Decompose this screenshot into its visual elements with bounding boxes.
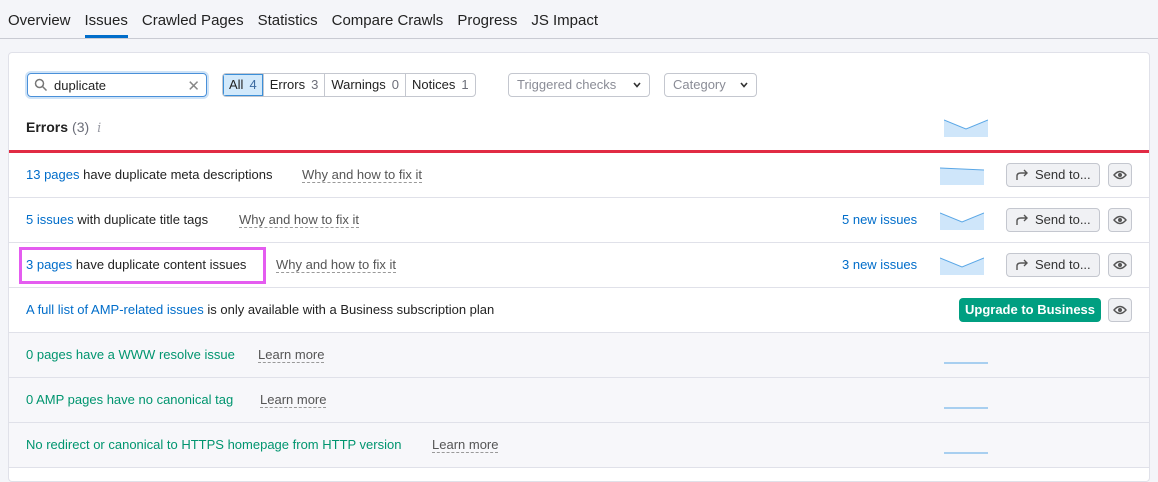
passed-check-row: 0 pages have a WWW resolve issue Learn m… bbox=[9, 333, 1149, 378]
why-fix-link[interactable]: Why and how to fix it bbox=[276, 257, 396, 273]
upgrade-button[interactable]: Upgrade to Business bbox=[959, 298, 1101, 322]
dropdown-label: Triggered checks bbox=[517, 77, 617, 92]
eye-icon bbox=[1113, 305, 1127, 315]
hide-issue-button[interactable] bbox=[1108, 298, 1132, 322]
filter-errors[interactable]: Errors 3 bbox=[264, 74, 326, 96]
check-text: 0 pages have a WWW resolve issue bbox=[26, 347, 235, 362]
issue-row: 5 issues with duplicate title tags Why a… bbox=[9, 198, 1149, 243]
hide-issue-button[interactable] bbox=[1108, 208, 1132, 232]
eye-icon bbox=[1113, 260, 1127, 270]
new-issues-link[interactable]: 3 new issues bbox=[842, 257, 917, 272]
filter-label: Notices bbox=[411, 77, 456, 92]
tab-issues[interactable]: Issues bbox=[84, 0, 128, 38]
issue-count-link[interactable]: 3 pages bbox=[26, 257, 72, 272]
send-to-button[interactable]: Send to... bbox=[1006, 253, 1100, 277]
issue-description: is only available with a Business subscr… bbox=[203, 302, 495, 317]
issue-row: 3 pages have duplicate content issues Wh… bbox=[9, 243, 1149, 288]
trend-sparkline bbox=[940, 167, 984, 185]
filter-count: 0 bbox=[391, 77, 399, 92]
filter-count: 4 bbox=[249, 77, 257, 92]
trend-sparkline bbox=[940, 212, 984, 230]
tab-crawled-pages[interactable]: Crawled Pages bbox=[142, 0, 244, 38]
why-fix-link[interactable]: Why and how to fix it bbox=[239, 212, 359, 228]
check-text: 0 AMP pages have no canonical tag bbox=[26, 392, 234, 407]
filter-label: Warnings bbox=[331, 77, 386, 92]
severity-filter: All 4 Errors 3 Warnings 0 Notices 1 bbox=[222, 73, 476, 97]
check-text: No redirect or canonical to HTTPS homepa… bbox=[26, 437, 402, 452]
category-dropdown[interactable]: Category bbox=[664, 73, 757, 97]
passed-check-row: 0 AMP pages have no canonical tag Learn … bbox=[9, 378, 1149, 423]
issue-row: 13 pages have duplicate meta description… bbox=[9, 153, 1149, 198]
report-tabs: Overview Issues Crawled Pages Statistics… bbox=[0, 0, 1158, 39]
trend-sparkline bbox=[944, 452, 988, 454]
learn-more-link[interactable]: Learn more bbox=[258, 347, 325, 363]
chevron-down-icon bbox=[633, 82, 641, 88]
tab-js-impact[interactable]: JS Impact bbox=[531, 0, 598, 38]
search-input[interactable] bbox=[54, 76, 184, 94]
share-arrow-icon bbox=[1016, 259, 1028, 270]
errors-title: Errors bbox=[26, 119, 69, 135]
tab-overview[interactable]: Overview bbox=[8, 0, 71, 38]
search-box: ✕ bbox=[27, 73, 207, 97]
why-fix-link[interactable]: Why and how to fix it bbox=[302, 167, 422, 183]
filter-count: 3 bbox=[311, 77, 319, 92]
dropdown-label: Category bbox=[673, 77, 726, 92]
eye-icon bbox=[1113, 170, 1127, 180]
learn-more-link[interactable]: Learn more bbox=[260, 392, 327, 408]
filter-label: All bbox=[229, 77, 244, 92]
chevron-down-icon bbox=[740, 82, 748, 88]
issue-text: 3 pages have duplicate content issues bbox=[26, 257, 246, 272]
filter-count: 1 bbox=[461, 77, 469, 92]
hide-issue-button[interactable] bbox=[1108, 163, 1132, 187]
new-issues-link[interactable]: 5 new issues bbox=[842, 212, 917, 227]
clear-icon[interactable]: ✕ bbox=[187, 77, 200, 95]
filter-notices[interactable]: Notices 1 bbox=[406, 74, 475, 96]
send-to-button[interactable]: Send to... bbox=[1006, 208, 1100, 232]
passed-check-row: No redirect or canonical to HTTPS homepa… bbox=[9, 423, 1149, 468]
search-icon bbox=[34, 78, 48, 92]
errors-heading: Errors (3) i bbox=[26, 119, 101, 136]
send-to-label: Send to... bbox=[1035, 257, 1091, 272]
trend-sparkline bbox=[944, 362, 988, 364]
hide-issue-button[interactable] bbox=[1108, 253, 1132, 277]
trend-sparkline bbox=[940, 257, 984, 275]
trend-sparkline bbox=[944, 407, 988, 409]
issues-card: ✕ All 4 Errors 3 Warnings 0 Notices 1 Trigge… bbox=[8, 52, 1150, 482]
filter-all[interactable]: All 4 bbox=[223, 74, 264, 96]
filter-warnings[interactable]: Warnings 0 bbox=[325, 74, 406, 96]
issue-count-link[interactable]: 13 pages bbox=[26, 167, 80, 182]
amp-issues-link[interactable]: A full list of AMP-related issues bbox=[26, 302, 204, 317]
issue-text: 13 pages have duplicate meta description… bbox=[26, 167, 272, 182]
filter-bar: ✕ All 4 Errors 3 Warnings 0 Notices 1 Trigge… bbox=[9, 53, 1149, 113]
send-to-label: Send to... bbox=[1035, 212, 1091, 227]
info-icon[interactable]: i bbox=[97, 121, 101, 136]
issue-text: A full list of AMP-related issues is onl… bbox=[26, 302, 494, 317]
issue-description: have duplicate content issues bbox=[72, 257, 247, 272]
issue-description: with duplicate title tags bbox=[73, 212, 209, 227]
tab-progress[interactable]: Progress bbox=[457, 0, 517, 38]
issue-description: have duplicate meta descriptions bbox=[79, 167, 273, 182]
tab-compare-crawls[interactable]: Compare Crawls bbox=[332, 0, 444, 38]
send-to-button[interactable]: Send to... bbox=[1006, 163, 1100, 187]
issue-count-link[interactable]: 5 issues bbox=[26, 212, 74, 227]
learn-more-link[interactable]: Learn more bbox=[432, 437, 499, 453]
errors-trend-sparkline bbox=[944, 119, 988, 137]
filter-label: Errors bbox=[269, 77, 306, 92]
share-arrow-icon bbox=[1016, 169, 1028, 180]
tab-statistics[interactable]: Statistics bbox=[258, 0, 318, 38]
errors-count: (3) bbox=[72, 119, 90, 135]
issue-row: A full list of AMP-related issues is onl… bbox=[9, 288, 1149, 333]
eye-icon bbox=[1113, 215, 1127, 225]
issue-text: 5 issues with duplicate title tags bbox=[26, 212, 208, 227]
share-arrow-icon bbox=[1016, 214, 1028, 225]
triggered-checks-dropdown[interactable]: Triggered checks bbox=[508, 73, 650, 97]
send-to-label: Send to... bbox=[1035, 167, 1091, 182]
